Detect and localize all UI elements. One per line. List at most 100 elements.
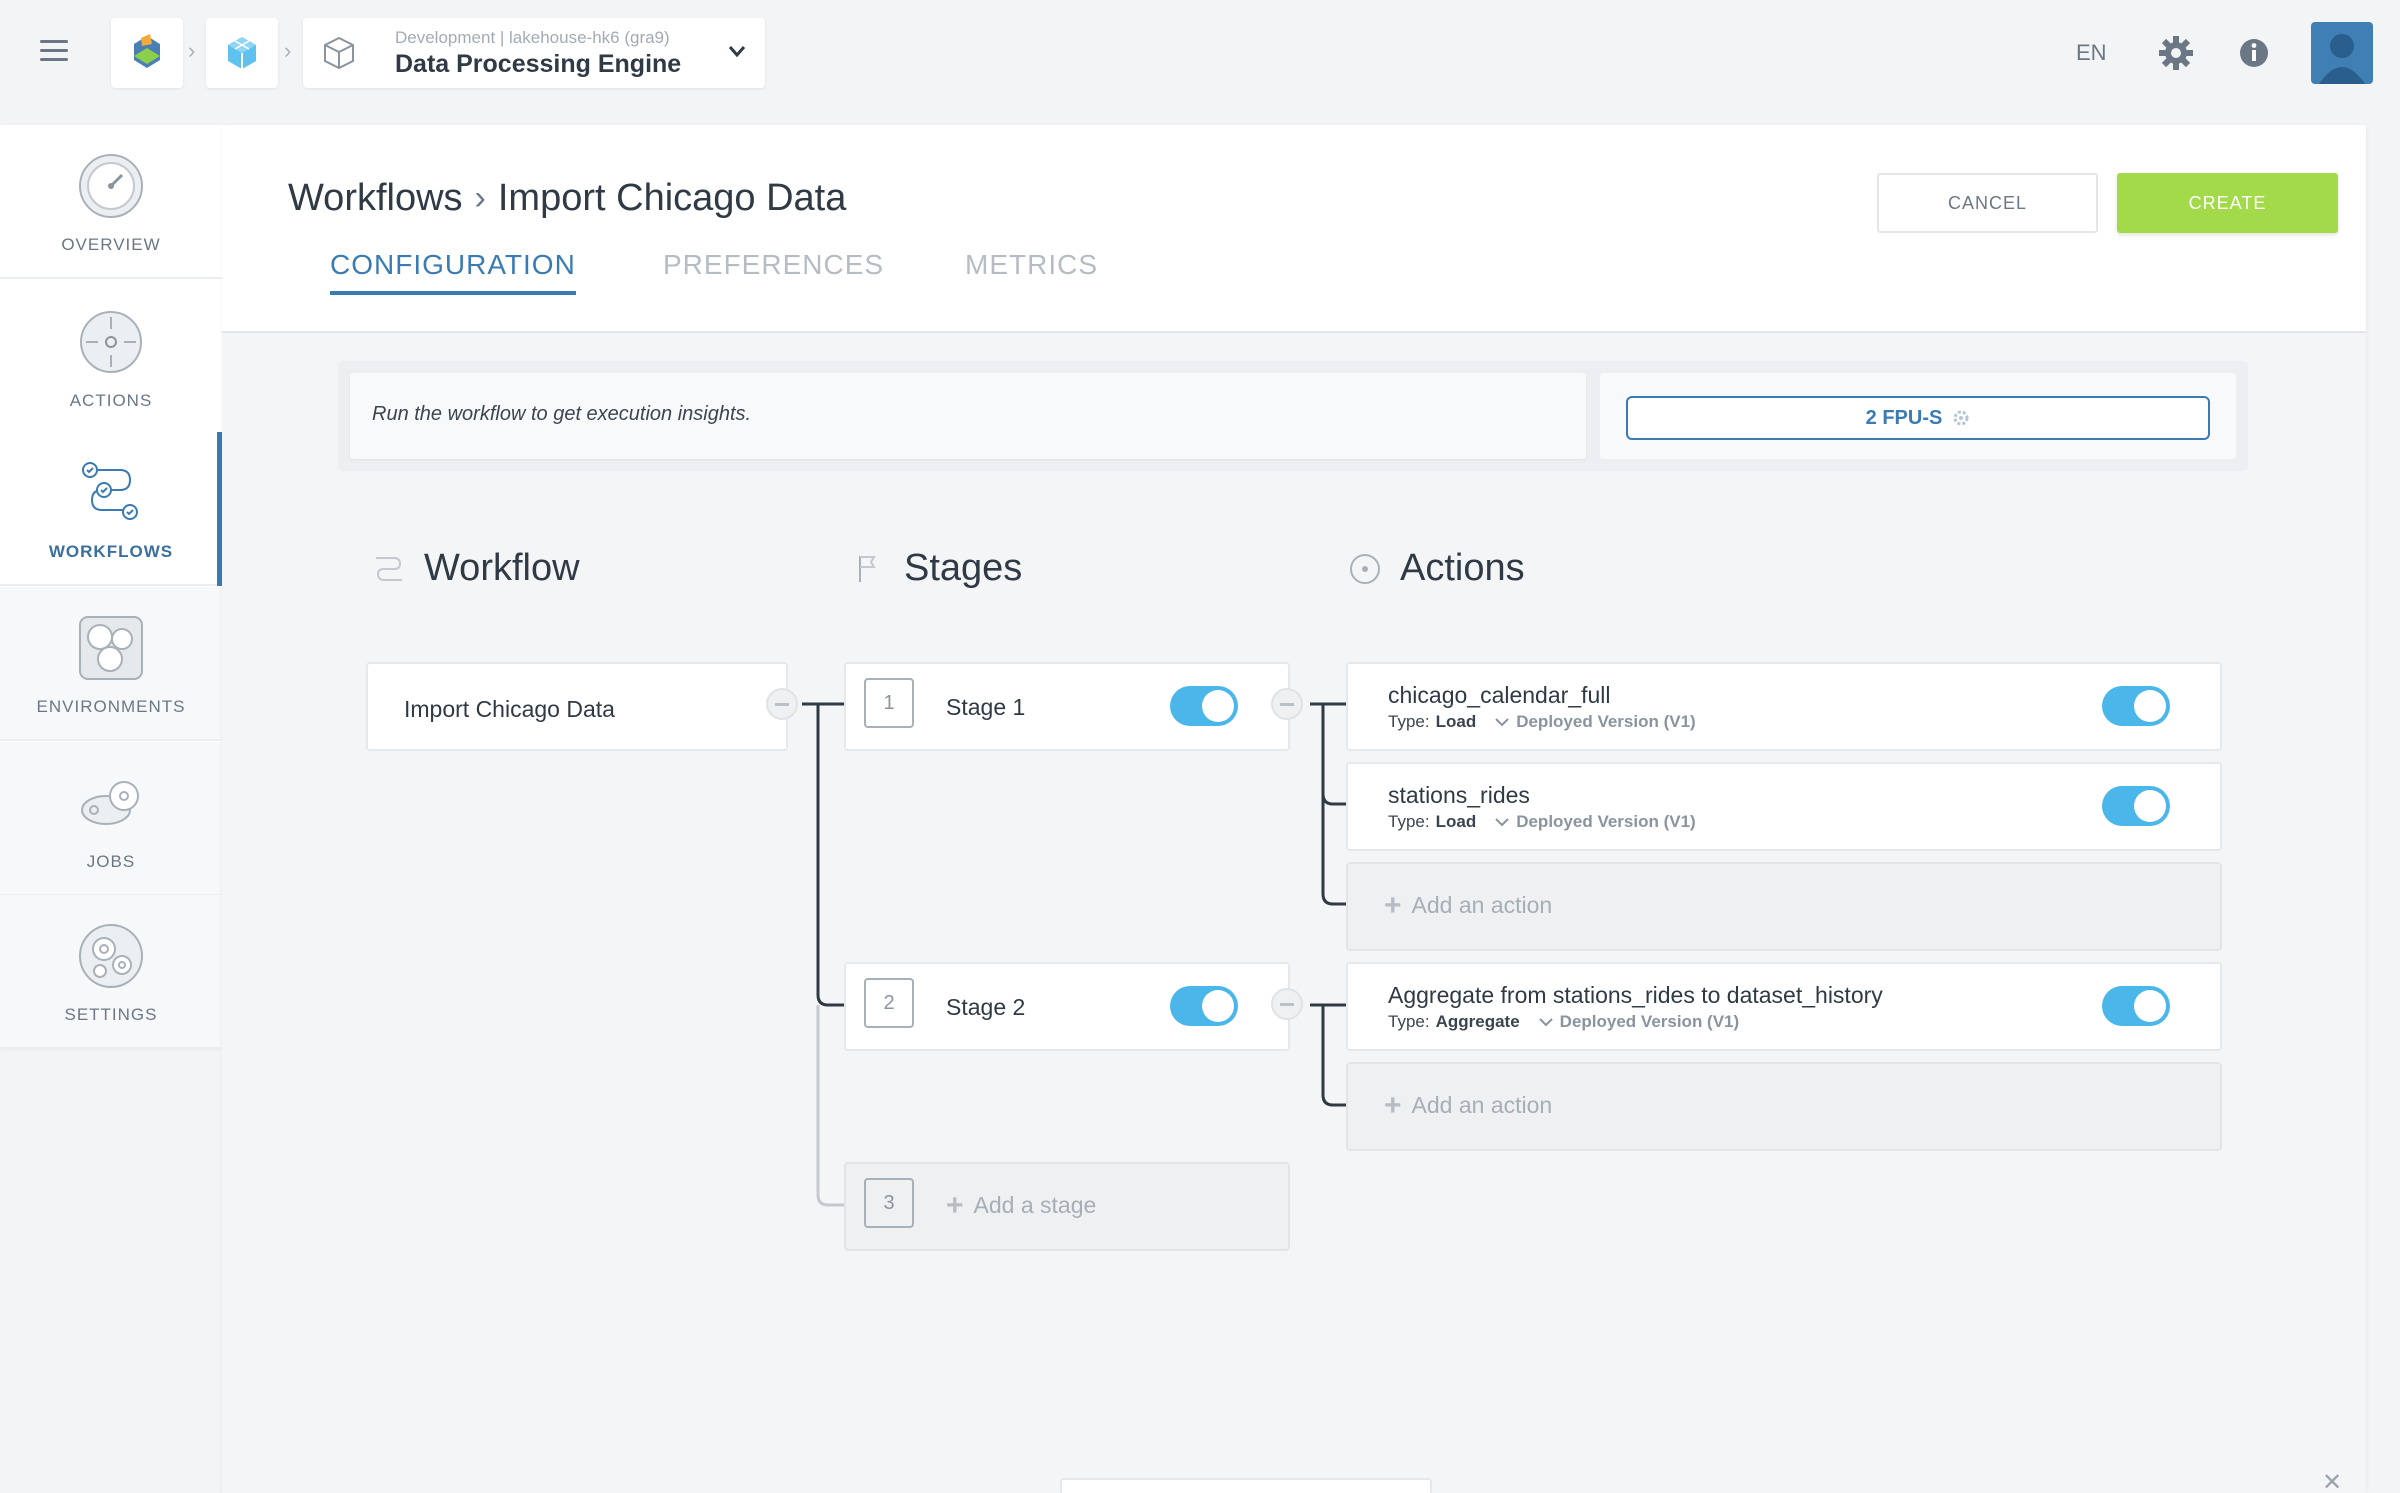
sidebar-item-settings[interactable]: SETTINGS [0,895,222,1049]
add-stage-button[interactable]: 3 + Add a stage [844,1162,1290,1251]
sidebar-item-jobs[interactable]: JOBS [0,742,222,896]
workflow-name: Import Chicago Data [404,696,615,722]
avatar-icon [2319,34,2365,84]
stages-column-header: Stages [852,547,1022,590]
service-button[interactable] [206,18,278,88]
insights-message-box: Run the workflow to get execution insigh… [350,373,1586,459]
context-environment: Development | lakehouse-hk6 (gra9) [395,28,670,47]
gears-icon [79,924,143,988]
stage-number: 2 [864,978,914,1028]
workflow-card[interactable]: Import Chicago Data [366,662,788,751]
avatar[interactable] [2311,22,2373,84]
action-version[interactable]: Deployed Version (V1) [1516,812,1696,832]
chevron-down-icon[interactable] [1538,1016,1554,1028]
action-type-label: Type: [1388,712,1430,731]
stage-card[interactable]: 1 Stage 1 [844,662,1290,751]
breadcrumb-separator: › [284,38,292,63]
collapse-icon[interactable] [766,688,798,720]
sidebar-item-overview[interactable]: OVERVIEW [0,125,222,279]
tabs-divider [222,331,2366,333]
cube-icon [228,37,256,69]
action-name: stations_rides [1388,782,1530,808]
action-toggle[interactable] [2102,986,2170,1026]
add-action-button[interactable]: + Add an action [1346,862,2222,951]
bottom-drawer-tab[interactable] [1060,1478,1432,1493]
chevron-down-icon[interactable] [1494,816,1510,828]
chevron-down-icon[interactable] [724,38,750,64]
gear-icon [1953,410,1969,426]
sidebar-item-label: ACTIONS [69,391,153,410]
stage-number: 3 [864,1178,914,1228]
tab-metrics[interactable]: METRICS [965,249,1098,281]
collapse-icon[interactable] [1271,988,1303,1020]
language-selector[interactable]: EN [2076,40,2107,66]
action-meta: Type: Load Deployed Version (V1) [1388,712,1696,732]
fpu-button[interactable]: 2 FPU-S [1626,396,2210,440]
context-title: Data Processing Engine [395,50,682,78]
sidebar-item-label: ENVIRONMENTS [36,697,186,716]
action-name: Aggregate from stations_rides to dataset… [1388,982,1883,1008]
flag-icon [859,555,876,582]
plus-icon: + [1384,888,1402,922]
app-logo-icon [134,34,160,68]
main-panel: Workflows › Import Chicago Data CANCEL C… [222,125,2366,1493]
close-icon[interactable]: ✕ [2322,1468,2342,1493]
insights-message: Run the workflow to get execution insigh… [372,403,752,425]
actions-column-header: Actions [1348,547,1525,590]
tab-preferences[interactable]: PREFERENCES [663,249,884,281]
tab-configuration[interactable]: CONFIGURATION [330,249,576,295]
action-card[interactable]: Aggregate from stations_rides to dataset… [1346,962,2222,1051]
action-name: chicago_calendar_full [1388,682,1611,708]
add-action-text: Add an action [1411,1092,1553,1118]
action-meta: Type: Load Deployed Version (V1) [1388,812,1696,832]
workflow-column-header: Workflow [372,547,580,590]
gear-icon[interactable] [2157,34,2195,72]
stage-number: 1 [864,678,914,728]
target-icon [80,311,142,373]
action-meta: Type: Aggregate Deployed Version (V1) [1388,1012,1739,1032]
add-action-text: Add an action [1411,892,1553,918]
action-type-label: Type: [1388,812,1430,831]
stage-name: Stage 1 [946,694,1026,720]
add-stage-label: + Add a stage [946,1190,1097,1220]
workflow-canvas: Run the workflow to get execution insigh… [222,331,2366,1493]
breadcrumb-separator: › [188,38,196,63]
add-stage-text: Add a stage [973,1192,1097,1218]
stage-toggle[interactable] [1170,686,1238,726]
menu-icon[interactable] [40,40,68,62]
sidebar-item-environments[interactable]: ENVIRONMENTS [0,587,222,741]
collapse-icon[interactable] [1271,688,1303,720]
action-type-label: Type: [1388,1012,1430,1031]
stage-card[interactable]: 2 Stage 2 [844,962,1290,1051]
sidebar-item-workflows[interactable]: WORKFLOWS [0,432,222,586]
add-action-button[interactable]: + Add an action [1346,1062,2222,1151]
environment-icon [79,616,143,680]
stage-toggle[interactable] [1170,986,1238,1026]
sidebar-item-label: WORKFLOWS [48,542,174,561]
sidebar-item-label: OVERVIEW [61,235,161,254]
action-type: Load [1435,812,1477,831]
cancel-button[interactable]: CANCEL [1877,173,2098,233]
jobs-icon [81,781,139,825]
stage-name: Stage 2 [946,994,1026,1020]
chevron-down-icon[interactable] [1494,716,1510,728]
workflow-icon [82,462,138,520]
action-type: Aggregate [1435,1012,1520,1031]
sidebar: OVERVIEW ACTIONS WORKFLOWS ENVIRONMENTS … [0,125,222,1049]
action-version[interactable]: Deployed Version (V1) [1516,712,1696,732]
breadcrumb-root[interactable]: Workflows [288,177,463,220]
info-icon[interactable] [2235,34,2273,72]
workflow-icon [376,556,402,581]
action-card[interactable]: chicago_calendar_full Type: Load Deploye… [1346,662,2222,751]
create-button[interactable]: CREATE [2117,173,2338,233]
action-version[interactable]: Deployed Version (V1) [1560,1012,1740,1032]
sidebar-item-actions[interactable]: ACTIONS [0,281,222,435]
action-toggle[interactable] [2102,686,2170,726]
target-icon [1350,553,1380,584]
stages-column-title: Stages [904,547,1023,589]
action-card[interactable]: stations_rides Type: Load Deployed Versi… [1346,762,2222,851]
app-logo-button[interactable] [111,18,183,88]
insights-banner: Run the workflow to get execution insigh… [338,361,2248,471]
sidebar-item-label: JOBS [86,852,136,871]
action-toggle[interactable] [2102,786,2170,826]
